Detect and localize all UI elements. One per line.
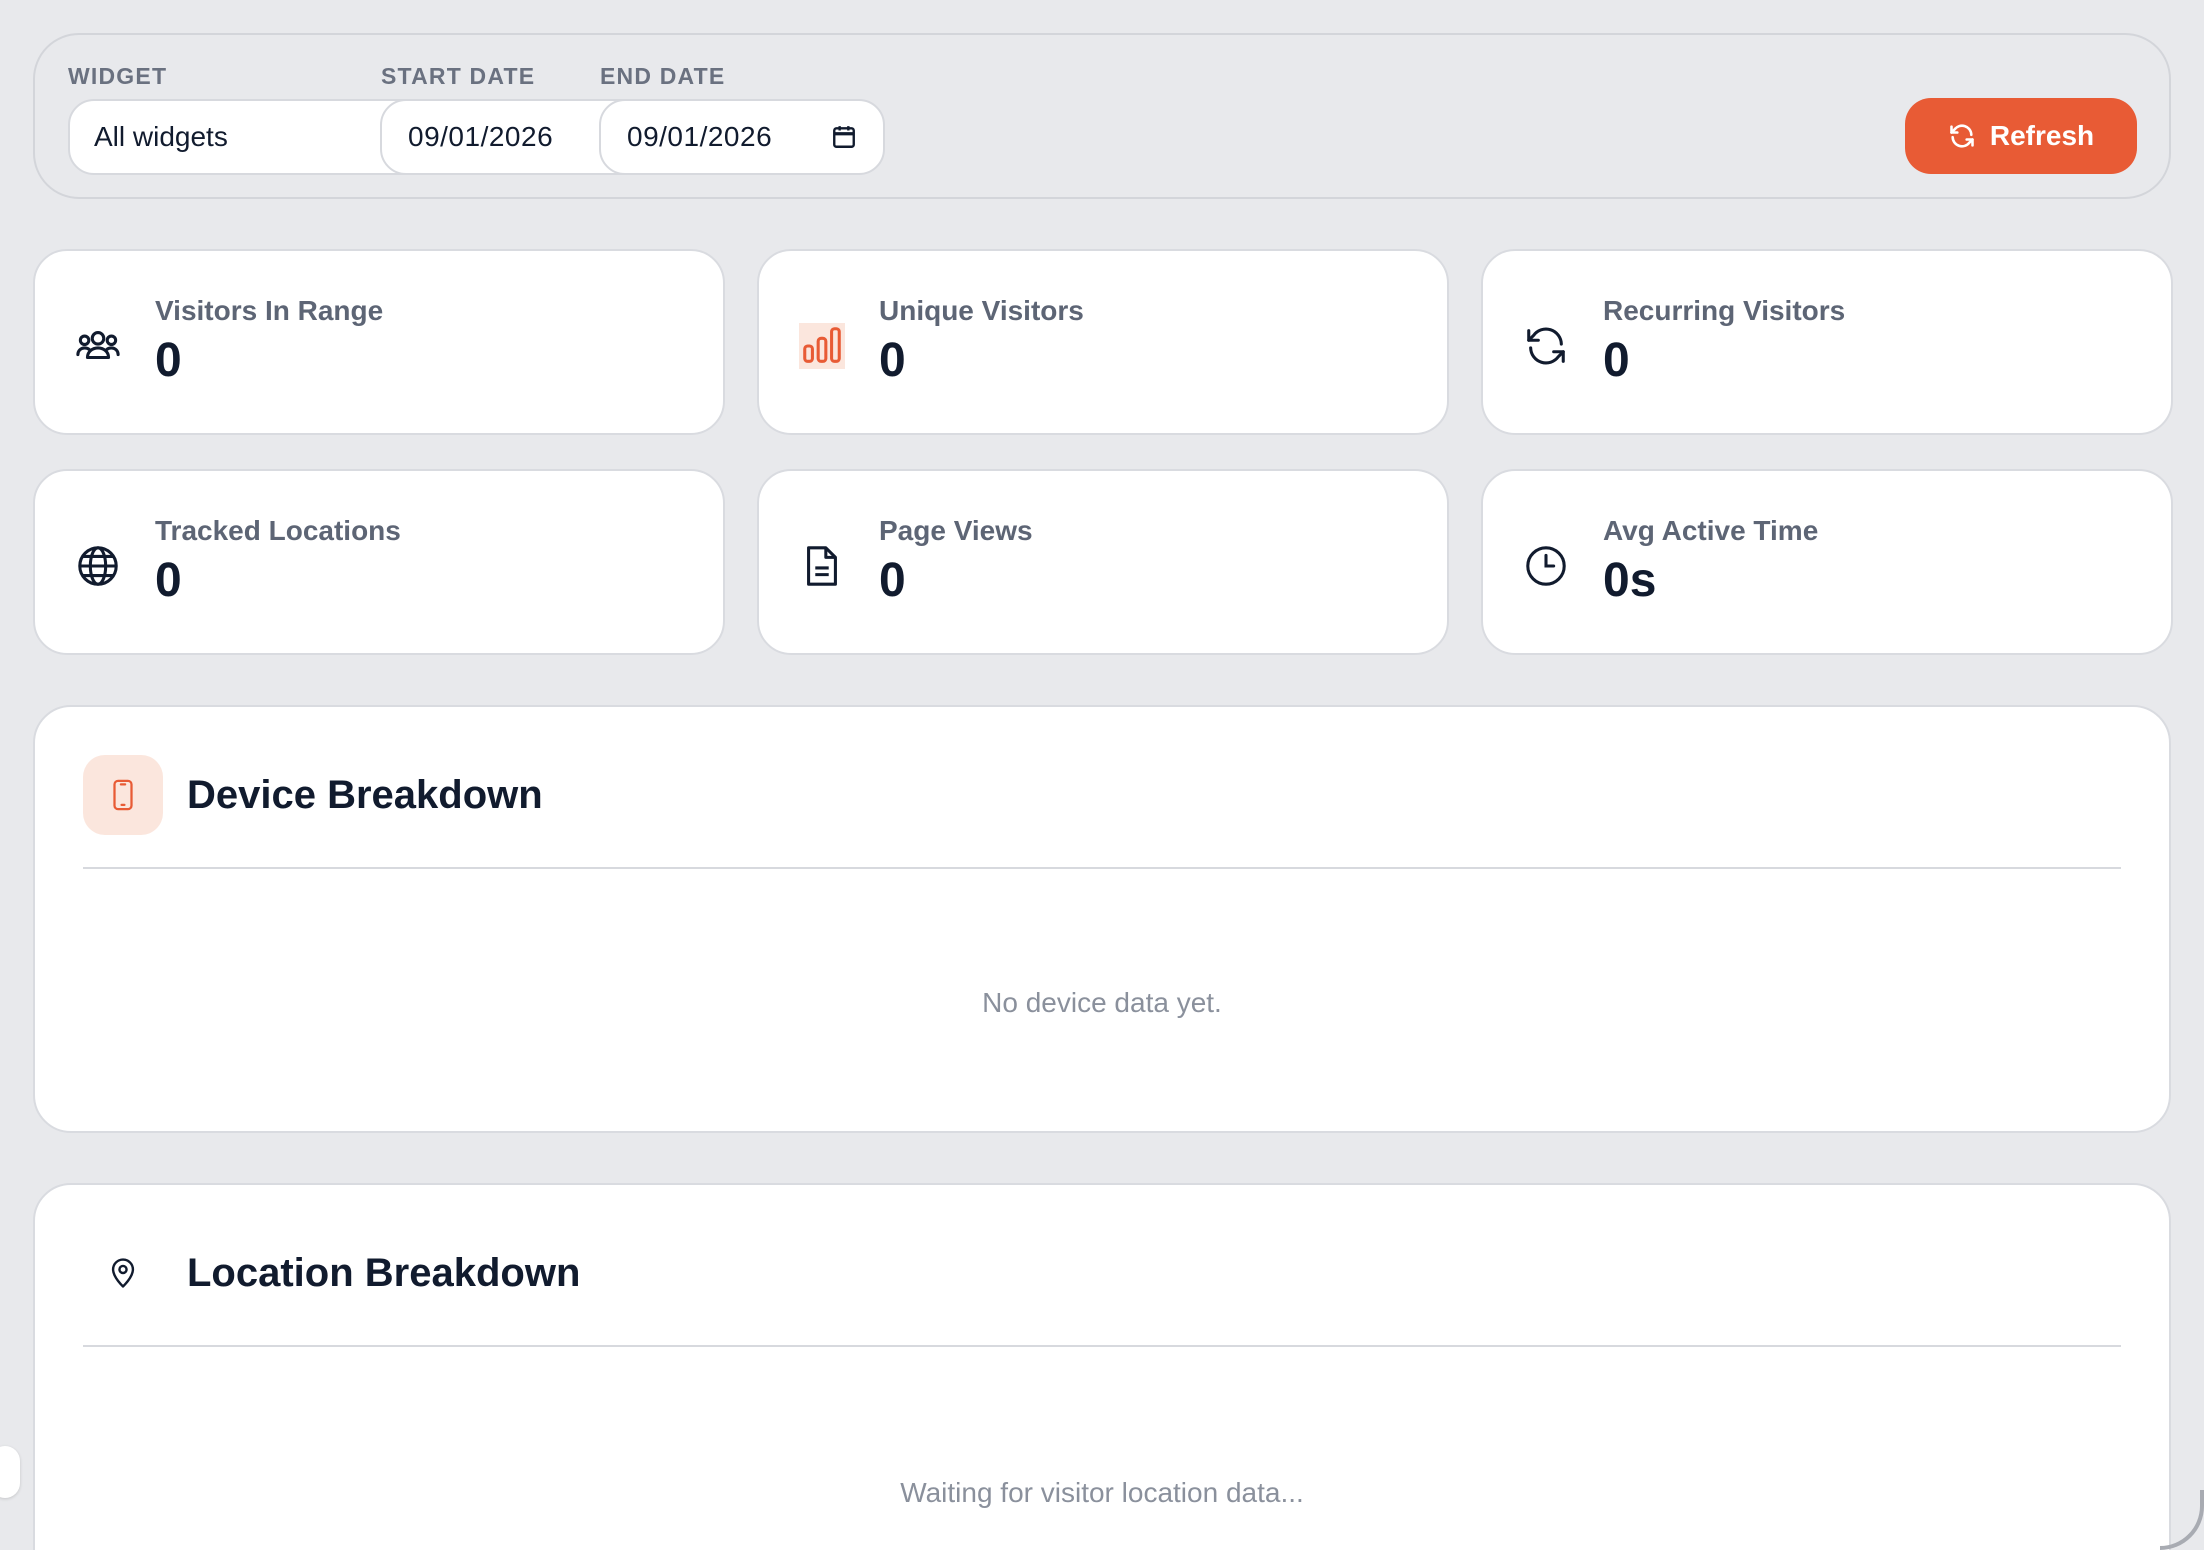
end-date-input[interactable]: 09/01/2026 [599, 99, 885, 175]
empty-state-text: No device data yet. [982, 987, 1222, 1018]
end-date-label: END DATE [600, 63, 726, 89]
stat-card-avg-active-time: Avg Active Time 0s [1481, 469, 2173, 655]
stat-card-tracked-locations: Tracked Locations 0 [33, 469, 725, 655]
refresh-button[interactable]: Refresh [1905, 98, 2137, 174]
device-badge [83, 755, 163, 835]
stat-value: 0 [155, 334, 182, 387]
refresh-label: Refresh [1989, 120, 2095, 151]
globe-icon [78, 546, 118, 586]
stat-label: Tracked Locations [155, 515, 401, 546]
stat-label: Recurring Visitors [1603, 295, 1846, 326]
stat-value: 0 [879, 334, 906, 387]
stat-label: Page Views [879, 515, 1033, 546]
bar-chart-icon [799, 323, 845, 369]
stat-value: 0 [879, 554, 906, 607]
stat-card-visitors-in-range: Visitors In Range 0 [33, 249, 725, 435]
scroll-handle[interactable] [0, 1446, 20, 1498]
widget-label: WIDGET [68, 63, 168, 89]
document-icon [807, 546, 837, 586]
start-date-value: 09/01/2026 [408, 121, 554, 152]
window-corner [2160, 1490, 2204, 1550]
refresh-icon [1527, 327, 1565, 365]
stat-value: 0s [1603, 554, 1657, 607]
stat-value: 0 [1603, 334, 1630, 387]
panel-divider [83, 1345, 2121, 1347]
panel-header: Location Breakdown [83, 1233, 580, 1313]
users-icon [76, 331, 120, 360]
stat-card-unique-visitors: Unique Visitors 0 [757, 249, 1449, 435]
stat-value: 0 [155, 554, 182, 607]
filter-bar: WIDGET All widgets START DATE 09/01/2026… [33, 33, 2171, 199]
end-date-value: 09/01/2026 [627, 121, 773, 152]
stat-label: Visitors In Range [155, 295, 384, 326]
start-date-label: START DATE [381, 63, 536, 89]
clock-icon [1526, 546, 1566, 586]
refresh-icon [1950, 124, 1974, 148]
analytics-dashboard: WIDGET All widgets START DATE 09/01/2026… [0, 0, 2204, 1550]
device-breakdown-panel: Device Breakdown No device data yet. [33, 705, 2171, 1133]
calendar-icon[interactable] [831, 124, 857, 150]
stat-card-recurring-visitors: Recurring Visitors 0 [1481, 249, 2173, 435]
map-pin-icon [111, 1258, 135, 1288]
empty-state-text: Waiting for visitor location data... [900, 1477, 1304, 1508]
panel-title: Location Breakdown [187, 1250, 581, 1295]
panel-divider [83, 867, 2121, 869]
location-badge [83, 1233, 163, 1313]
panel-title: Device Breakdown [187, 772, 543, 817]
location-breakdown-panel: Location Breakdown Waiting for visitor l… [33, 1183, 2171, 1550]
smartphone-icon [113, 779, 133, 811]
stat-card-page-views: Page Views 0 [757, 469, 1449, 655]
stat-label: Avg Active Time [1603, 515, 1819, 546]
stat-label: Unique Visitors [879, 295, 1084, 326]
panel-header: Device Breakdown [83, 755, 543, 835]
